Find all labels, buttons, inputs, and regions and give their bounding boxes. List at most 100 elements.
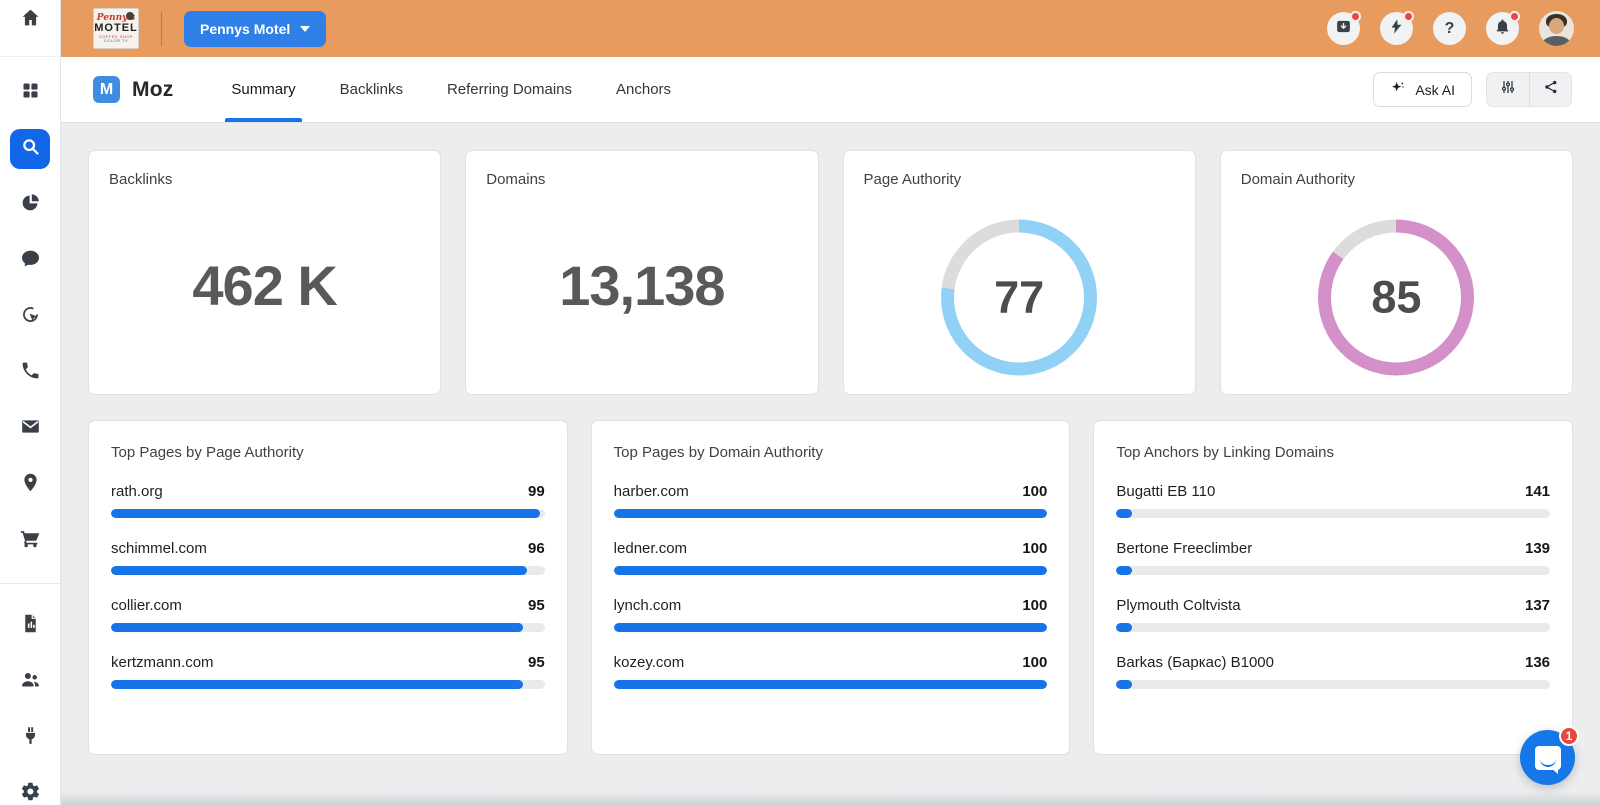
notification-dot (1350, 11, 1361, 22)
list-item: Bertone Freeclimber 139 (1116, 540, 1551, 575)
help-button[interactable]: ? (1433, 12, 1466, 45)
list-item: Plymouth Coltvista 137 (1116, 597, 1551, 632)
progress-bar (111, 623, 545, 632)
users-icon (20, 669, 41, 695)
item-name: Bugatti EB 110 (1116, 483, 1216, 500)
tab-referring-domains[interactable]: Referring Domains (425, 57, 594, 122)
sidebar-item-apps[interactable] (10, 73, 50, 113)
item-name: Barkas (Баркас) B1000 (1116, 654, 1274, 671)
search-icon (20, 136, 41, 162)
logo-sub2-text: COLOR TV (103, 38, 129, 43)
gear-icon (20, 781, 41, 805)
list-item: kozey.com 100 (613, 654, 1048, 689)
tab-anchors[interactable]: Anchors (594, 57, 693, 122)
progress-bar (1116, 566, 1551, 575)
sidebar-item-home[interactable] (10, 0, 50, 40)
progress-bar (111, 566, 545, 575)
sidebar-item-email[interactable] (10, 409, 50, 449)
item-value: 136 (1524, 654, 1551, 671)
progress-bar (111, 509, 545, 518)
stat-value: 13,138 (559, 254, 725, 317)
item-value: 96 (527, 540, 545, 557)
item-name: rath.org (111, 483, 163, 500)
list-item: lynch.com 100 (613, 597, 1048, 632)
domain-authority-donut: 85 (1318, 219, 1475, 376)
stat-card-domain-authority: Domain Authority 85 (1219, 150, 1573, 395)
sidebar-item-commerce[interactable] (10, 521, 50, 561)
moz-logo-icon: M (93, 76, 120, 103)
list-item: Barkas (Баркас) B1000 136 (1116, 654, 1551, 689)
top-anchors-by-linking-domains-card: Top Anchors by Linking Domains Bugatti E… (1093, 420, 1574, 755)
boost-button[interactable] (1380, 11, 1414, 45)
main-content: Backlinks 462 K Domains 13,138 Page Auth… (61, 122, 1600, 805)
item-value: 99 (527, 483, 545, 500)
stat-cards-row: Backlinks 462 K Domains 13,138 Page Auth… (88, 150, 1573, 395)
card-title: Backlinks (109, 171, 173, 188)
user-avatar[interactable] (1539, 11, 1574, 46)
sidebar-item-locations[interactable] (10, 465, 50, 505)
sidebar (0, 0, 61, 805)
logo-clock-dot (126, 12, 134, 20)
item-value: 95 (527, 654, 545, 671)
item-name: ledner.com (613, 540, 688, 557)
header-divider (161, 11, 162, 46)
mail-icon (20, 416, 41, 442)
home-icon (20, 7, 41, 33)
card-title: Top Pages by Page Authority (111, 444, 304, 461)
sidebar-item-calls[interactable] (10, 353, 50, 393)
cart-icon (20, 528, 41, 554)
donut-value: 77 (994, 271, 1045, 323)
notifications-button[interactable] (1486, 11, 1520, 45)
stat-value: 462 K (192, 254, 337, 317)
item-value: 95 (527, 597, 545, 614)
moz-title: Moz (132, 77, 174, 101)
card-title: Top Pages by Domain Authority (613, 444, 823, 461)
moz-tabs: Summary Backlinks Referring Domains Anch… (209, 57, 693, 122)
list-item: ledner.com 100 (613, 540, 1048, 575)
share-button[interactable] (1529, 73, 1571, 106)
plug-icon (20, 725, 41, 751)
list-cards-row: Top Pages by Page Authority rath.org 99 s… (88, 420, 1574, 755)
item-value: 141 (1524, 483, 1551, 500)
tab-backlinks[interactable]: Backlinks (318, 57, 425, 122)
top-pages-by-domain-authority-card: Top Pages by Domain Authority harber.com… (590, 420, 1071, 755)
item-value: 100 (1022, 483, 1048, 500)
tab-summary[interactable]: Summary (209, 57, 317, 122)
report-icon (20, 613, 41, 639)
sidebar-item-reports[interactable] (10, 606, 50, 646)
import-button[interactable] (1327, 11, 1361, 45)
pennys-motel-logo: Penny's MOTEL COFFEE SHOP COLOR TV (93, 8, 139, 49)
sidebar-item-search[interactable] (10, 129, 50, 169)
sidebar-item-ads[interactable] (10, 297, 50, 337)
page-authority-donut: 77 (941, 219, 1098, 376)
workspace-dropdown-button[interactable]: Pennys Motel (184, 10, 327, 47)
sidebar-item-integrations[interactable] (10, 718, 50, 758)
top-pages-by-page-authority-card: Top Pages by Page Authority rath.org 99 s… (88, 420, 568, 755)
sidebar-item-settings[interactable] (10, 774, 50, 805)
item-value: 100 (1022, 654, 1048, 671)
sidebar-divider (0, 583, 60, 584)
item-name: lynch.com (613, 597, 682, 614)
pie-chart-icon (20, 192, 41, 218)
sidebar-item-contacts[interactable] (10, 662, 50, 702)
card-title: Domain Authority (1240, 171, 1355, 188)
chat-icon (1534, 745, 1561, 774)
item-name: schimmel.com (111, 540, 207, 557)
sparkle-icon (1390, 80, 1406, 99)
progress-bar (613, 566, 1048, 575)
bottom-window-shadow (61, 791, 1600, 805)
chat-launcher-button[interactable]: 1 (1520, 726, 1579, 785)
item-name: kertzmann.com (111, 654, 214, 671)
progress-bar (1116, 680, 1551, 689)
logo-motel-text: MOTEL (94, 22, 138, 34)
sidebar-item-analytics[interactable] (10, 185, 50, 225)
sidebar-item-messages[interactable] (10, 241, 50, 281)
top-bar: Penny's MOTEL COFFEE SHOP COLOR TV Penny… (61, 0, 1600, 57)
filter-button[interactable] (1487, 73, 1529, 106)
item-value: 100 (1022, 597, 1048, 614)
workspace-name: Pennys Motel (200, 20, 291, 37)
item-name: harber.com (613, 483, 689, 500)
progress-bar (613, 623, 1048, 632)
progress-bar (613, 680, 1048, 689)
ask-ai-button[interactable]: Ask AI (1373, 72, 1472, 107)
